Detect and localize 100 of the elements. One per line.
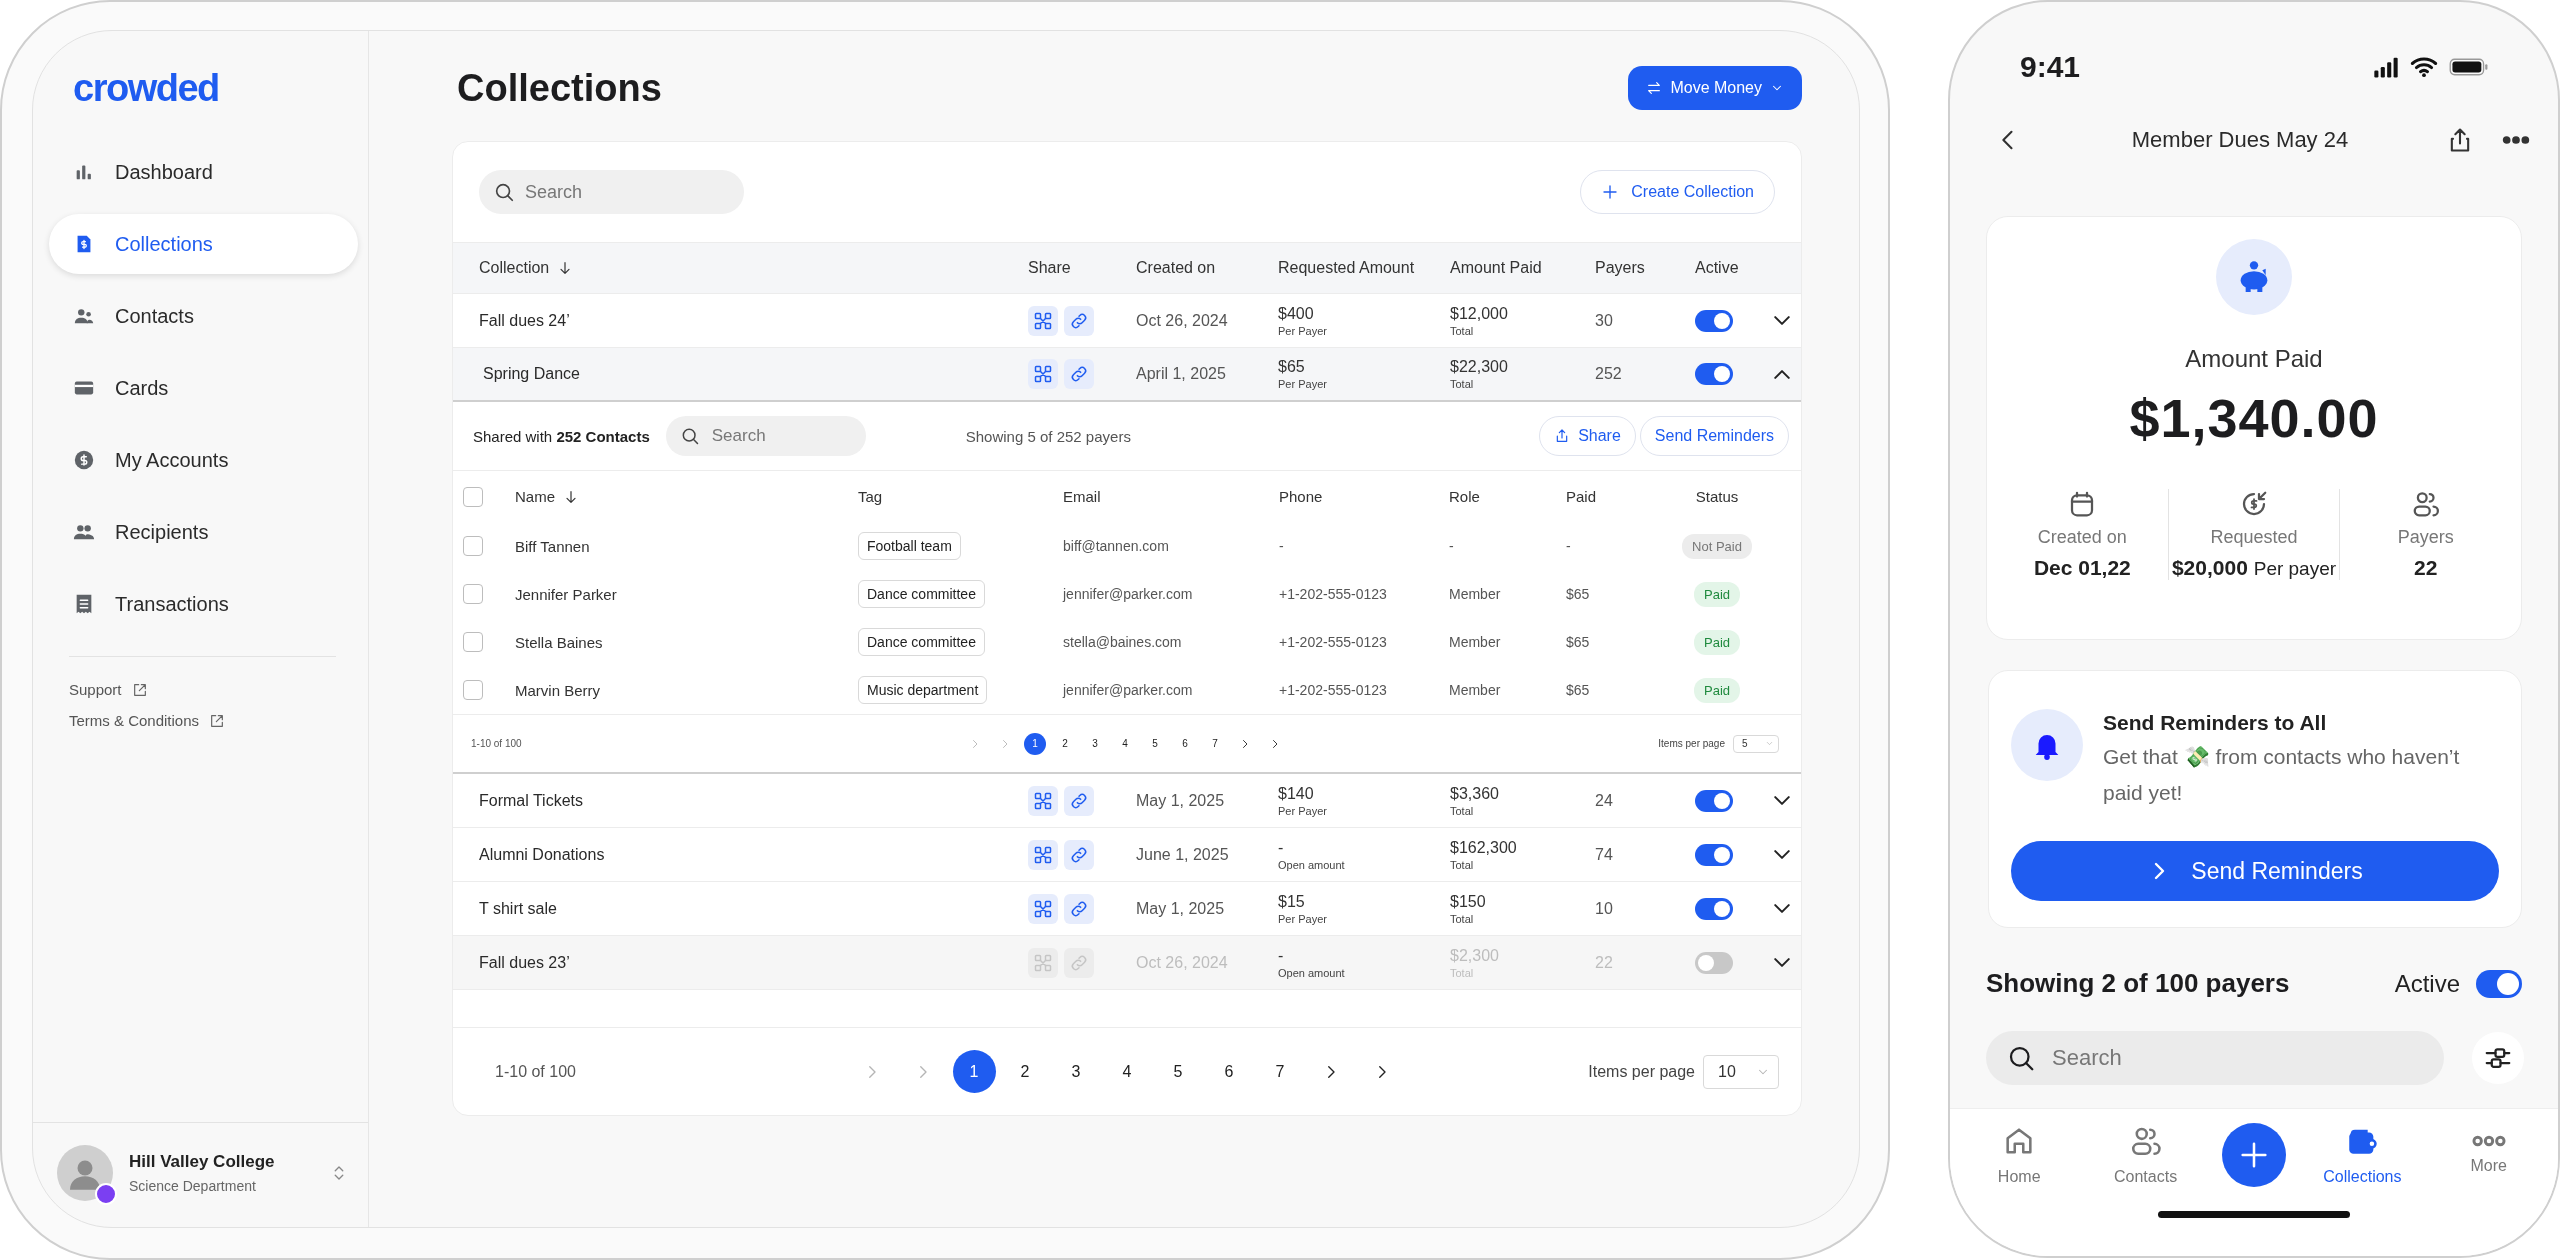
role-text: Member bbox=[1449, 586, 1502, 602]
row-checkbox[interactable] bbox=[463, 680, 483, 700]
sidebar-link[interactable]: Support bbox=[69, 681, 368, 698]
sidebar-item[interactable]: Collections bbox=[49, 214, 358, 274]
expand-chevron-button[interactable] bbox=[1773, 850, 1791, 859]
qr-code-icon bbox=[1033, 790, 1053, 811]
avatar-badge bbox=[95, 1183, 117, 1205]
expand-chevron-button[interactable] bbox=[1773, 316, 1791, 325]
chevron-down-icon bbox=[1774, 850, 1790, 859]
page-range: 1-10 of 100 bbox=[494, 1062, 577, 1081]
more-options-button[interactable] bbox=[2502, 136, 2530, 144]
amount-note: Open amount bbox=[1278, 966, 1346, 979]
amount-note: Per Payer bbox=[1278, 378, 1328, 390]
sidebar-item[interactable]: Cards bbox=[49, 358, 358, 418]
send-reminders-button[interactable]: Send Reminders bbox=[1639, 416, 1789, 456]
active-toggle[interactable] bbox=[1695, 789, 1733, 812]
tab-bar-item[interactable]: More bbox=[2438, 1135, 2539, 1175]
external-link-icon bbox=[209, 712, 226, 729]
more-dots-icon bbox=[2471, 1135, 2506, 1147]
payers-count: 10 bbox=[1595, 899, 1614, 918]
active-toggle[interactable] bbox=[1695, 309, 1733, 332]
payment-status: Paid bbox=[1694, 677, 1740, 703]
expand-chevron-button[interactable] bbox=[1773, 904, 1791, 913]
expand-chevron-button[interactable] bbox=[1773, 958, 1791, 967]
send-reminders-button[interactable]: Send Reminders bbox=[2011, 841, 2499, 901]
page-number[interactable]: 6 bbox=[1207, 1050, 1251, 1093]
share-button[interactable]: Share bbox=[1539, 416, 1636, 456]
contact-name: Marvin Berry bbox=[514, 681, 601, 699]
row-checkbox[interactable] bbox=[463, 536, 483, 556]
copy-link-button[interactable] bbox=[1064, 305, 1094, 336]
expand-chevron-button[interactable] bbox=[1773, 369, 1791, 379]
move-money-button[interactable]: Move Money bbox=[1628, 66, 1802, 110]
phone-text: +1-202-555-0123 bbox=[1279, 634, 1388, 650]
create-collection-button[interactable]: Create Collection bbox=[1580, 170, 1775, 214]
copy-link-button[interactable] bbox=[1064, 785, 1094, 816]
active-toggle[interactable] bbox=[1695, 363, 1733, 385]
page-number[interactable]: 7 bbox=[1204, 732, 1226, 755]
qr-code-button[interactable] bbox=[1028, 305, 1058, 336]
qr-code-button[interactable] bbox=[1028, 359, 1058, 389]
active-toggle[interactable] bbox=[1695, 897, 1733, 920]
qr-code-button[interactable] bbox=[1028, 785, 1058, 816]
items-per-page-label: Items per page bbox=[1588, 1062, 1695, 1081]
copy-link-button[interactable] bbox=[1064, 839, 1094, 870]
tab-bar-item[interactable]: Contacts bbox=[2095, 1124, 2196, 1186]
expand-chevron-button[interactable] bbox=[1773, 796, 1791, 805]
sidebar-item[interactable]: Contacts bbox=[49, 286, 358, 346]
qr-code-button[interactable] bbox=[1028, 893, 1058, 924]
tab-bar-item[interactable]: Home bbox=[1969, 1124, 2070, 1186]
amount-note: Total bbox=[1450, 324, 1475, 337]
reminder-title: Send Reminders to All bbox=[2103, 711, 2328, 735]
active-toggle[interactable] bbox=[1695, 951, 1733, 974]
copy-link-button[interactable] bbox=[1064, 893, 1094, 924]
payers-count-text: Showing 2 of 100 payers bbox=[1986, 968, 2290, 999]
page-number[interactable]: 4 bbox=[1105, 1050, 1149, 1093]
select-all-checkbox[interactable] bbox=[463, 486, 483, 507]
active-toggle[interactable] bbox=[1695, 843, 1733, 866]
page-number[interactable]: 2 bbox=[1003, 1050, 1047, 1093]
copy-link-button[interactable] bbox=[1064, 359, 1094, 389]
search-field[interactable]: Search bbox=[479, 170, 744, 214]
sidebar-item[interactable]: Dashboard bbox=[49, 142, 358, 202]
sidebar-item[interactable]: Recipients bbox=[49, 502, 358, 562]
link-icon bbox=[1069, 364, 1089, 384]
page-number[interactable]: 4 bbox=[1114, 732, 1136, 755]
page-number[interactable]: 1 bbox=[1024, 732, 1046, 755]
page-number[interactable]: 3 bbox=[1084, 732, 1106, 755]
row-checkbox[interactable] bbox=[463, 584, 483, 604]
page-number[interactable]: 2 bbox=[1054, 732, 1076, 755]
qr-code-icon bbox=[1033, 844, 1053, 865]
stat-label: Payers bbox=[2397, 527, 2454, 548]
items-per-page-select[interactable]: 10 bbox=[1703, 1054, 1779, 1089]
sidebar-link[interactable]: Terms & Conditions bbox=[69, 712, 368, 729]
search-field[interactable]: Search bbox=[1986, 1031, 2444, 1085]
requested-amount: $15 bbox=[1278, 892, 1306, 911]
items-per-page-select[interactable]: 5 bbox=[1733, 734, 1779, 753]
requested-amount: - bbox=[1278, 946, 1285, 965]
chevron-down-icon bbox=[1774, 316, 1790, 325]
stat-label: Requested bbox=[2210, 527, 2298, 548]
row-checkbox[interactable] bbox=[463, 632, 483, 652]
page-number[interactable]: 7 bbox=[1258, 1050, 1302, 1093]
chevron-down-icon bbox=[1774, 904, 1790, 913]
qr-code-icon bbox=[1033, 952, 1053, 973]
sidebar-item[interactable]: My Accounts bbox=[49, 430, 358, 490]
page-number[interactable]: 5 bbox=[1156, 1050, 1200, 1093]
active-toggle[interactable] bbox=[2476, 969, 2522, 998]
plus-icon bbox=[1601, 183, 1620, 201]
page-number[interactable]: 1 bbox=[952, 1050, 996, 1093]
page-number[interactable]: 5 bbox=[1144, 732, 1166, 755]
column-header: Requested Amount bbox=[1278, 259, 1415, 277]
link-icon bbox=[1069, 844, 1089, 865]
tab-bar-item[interactable]: Collections bbox=[2312, 1124, 2413, 1186]
qr-code-button[interactable] bbox=[1028, 839, 1058, 870]
contacts-search-field[interactable]: Search bbox=[665, 416, 866, 456]
collection-name: Fall dues 23’ bbox=[479, 953, 571, 972]
filter-button[interactable] bbox=[2472, 1032, 2524, 1084]
role-text: Member bbox=[1449, 682, 1502, 698]
page-number[interactable]: 6 bbox=[1174, 732, 1196, 755]
collection-name: Alumni Donations bbox=[479, 845, 606, 864]
page-number[interactable]: 3 bbox=[1054, 1050, 1098, 1093]
paid-amount: $65 bbox=[1566, 682, 1591, 698]
sidebar-item[interactable]: Transactions bbox=[49, 574, 358, 634]
